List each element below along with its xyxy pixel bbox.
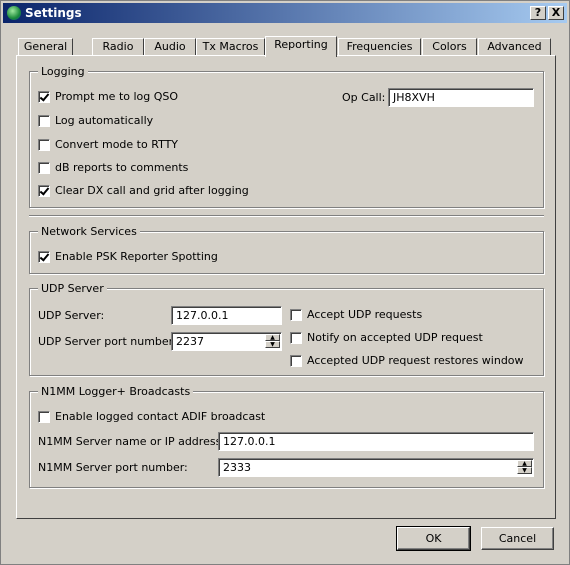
restores-window-checkbox[interactable]: Accepted UDP request restores window (290, 354, 524, 367)
app-globe-icon (7, 6, 21, 20)
network-services-group: Network Services Enable PSK Reporter Spo… (29, 225, 544, 274)
n1mm-port-value: 2333 (223, 461, 251, 474)
clear-dx-checkbox[interactable]: Clear DX call and grid after logging (38, 184, 249, 197)
checkbox-box[interactable] (290, 354, 302, 367)
checkbox-box[interactable] (290, 331, 302, 344)
spin-up-icon[interactable]: ▲ (265, 334, 280, 341)
checkbox-box[interactable] (290, 308, 302, 321)
checkbox-box[interactable] (38, 250, 50, 263)
udp-port-stepper[interactable]: 2237 ▲ ▼ (171, 332, 282, 351)
checkbox-label: dB reports to comments (55, 161, 189, 174)
tab-frequencies[interactable]: Frequencies (338, 38, 421, 56)
udp-port-label: UDP Server port number: (38, 335, 177, 348)
window-title: Settings (25, 6, 82, 20)
checkbox-label: Prompt me to log QSO (55, 90, 179, 103)
title-bar[interactable]: Settings ? X (3, 3, 567, 23)
psk-reporter-checkbox[interactable]: Enable PSK Reporter Spotting (38, 250, 218, 263)
n1mm-broadcasts-group: N1MM Logger+ Broadcasts Enable logged co… (29, 385, 544, 488)
tab-tx-macros[interactable]: Tx Macros (196, 38, 265, 56)
checkbox-label: Notify on accepted UDP request (307, 331, 483, 344)
tab-radio[interactable]: Radio (92, 38, 144, 56)
settings-dialog: Settings ? X General Radio Audio Tx Macr… (0, 0, 570, 565)
udp-group-title: UDP Server (38, 282, 107, 295)
udp-server-group: UDP Server UDP Server: 127.0.0.1 UDP Ser… (29, 282, 544, 376)
convert-mode-checkbox[interactable]: Convert mode to RTTY (38, 138, 178, 151)
udp-server-input[interactable]: 127.0.0.1 (171, 306, 282, 325)
tab-strip: General Radio Audio Tx Macros Reporting … (16, 36, 556, 57)
checkbox-box[interactable] (38, 114, 50, 127)
udp-server-label: UDP Server: (38, 309, 105, 322)
n1mm-server-input[interactable]: 127.0.0.1 (218, 432, 534, 451)
n1mm-port-stepper[interactable]: 2333 ▲ ▼ (218, 458, 534, 477)
cancel-button[interactable]: Cancel (481, 527, 554, 550)
tab-colors[interactable]: Colors (422, 38, 477, 56)
tab-advanced[interactable]: Advanced (478, 38, 551, 56)
n1mm-port-label: N1MM Server port number: (38, 461, 188, 474)
help-button[interactable]: ? (530, 6, 546, 20)
checkbox-box[interactable] (38, 410, 50, 423)
tab-general[interactable]: General (18, 38, 73, 56)
op-call-label: Op Call: (342, 91, 386, 104)
notify-udp-checkbox[interactable]: Notify on accepted UDP request (290, 331, 483, 344)
checkbox-box[interactable] (38, 138, 50, 151)
checkbox-box[interactable] (38, 161, 50, 174)
spin-buttons[interactable]: ▲ ▼ (517, 460, 532, 475)
tab-reporting[interactable]: Reporting (265, 36, 337, 57)
logging-group-title: Logging (38, 65, 88, 78)
spin-down-icon[interactable]: ▼ (517, 467, 532, 474)
checkbox-box[interactable] (38, 90, 50, 103)
spin-buttons[interactable]: ▲ ▼ (265, 334, 280, 349)
db-reports-checkbox[interactable]: dB reports to comments (38, 161, 188, 174)
checkbox-label: Accepted UDP request restores window (307, 354, 524, 367)
checkbox-label: Enable logged contact ADIF broadcast (55, 410, 266, 423)
checkbox-label: Clear DX call and grid after logging (55, 184, 249, 197)
checkbox-label: Convert mode to RTTY (55, 138, 179, 151)
checkbox-label: Accept UDP requests (307, 308, 423, 321)
checkbox-box[interactable] (38, 184, 50, 197)
logging-group: Logging Prompt me to log QSO Log automat… (29, 65, 544, 208)
network-group-title: Network Services (38, 225, 140, 238)
checkbox-label: Log automatically (55, 114, 154, 127)
enable-adif-checkbox[interactable]: Enable logged contact ADIF broadcast (38, 410, 265, 423)
ok-button[interactable]: OK (396, 526, 471, 551)
prompt-log-checkbox[interactable]: Prompt me to log QSO (38, 90, 178, 103)
checkbox-label: Enable PSK Reporter Spotting (55, 250, 218, 263)
tab-audio[interactable]: Audio (144, 38, 196, 56)
section-divider (29, 215, 544, 217)
close-button[interactable]: X (548, 6, 564, 20)
udp-port-value: 2237 (176, 335, 204, 348)
n1mm-server-label: N1MM Server name or IP address: (38, 435, 226, 448)
spin-down-icon[interactable]: ▼ (265, 341, 280, 348)
log-automatically-checkbox[interactable]: Log automatically (38, 114, 153, 127)
op-call-input[interactable]: JH8XVH (388, 88, 534, 107)
n1mm-group-title: N1MM Logger+ Broadcasts (38, 385, 194, 398)
spin-up-icon[interactable]: ▲ (517, 460, 532, 467)
accept-udp-checkbox[interactable]: Accept UDP requests (290, 308, 422, 321)
